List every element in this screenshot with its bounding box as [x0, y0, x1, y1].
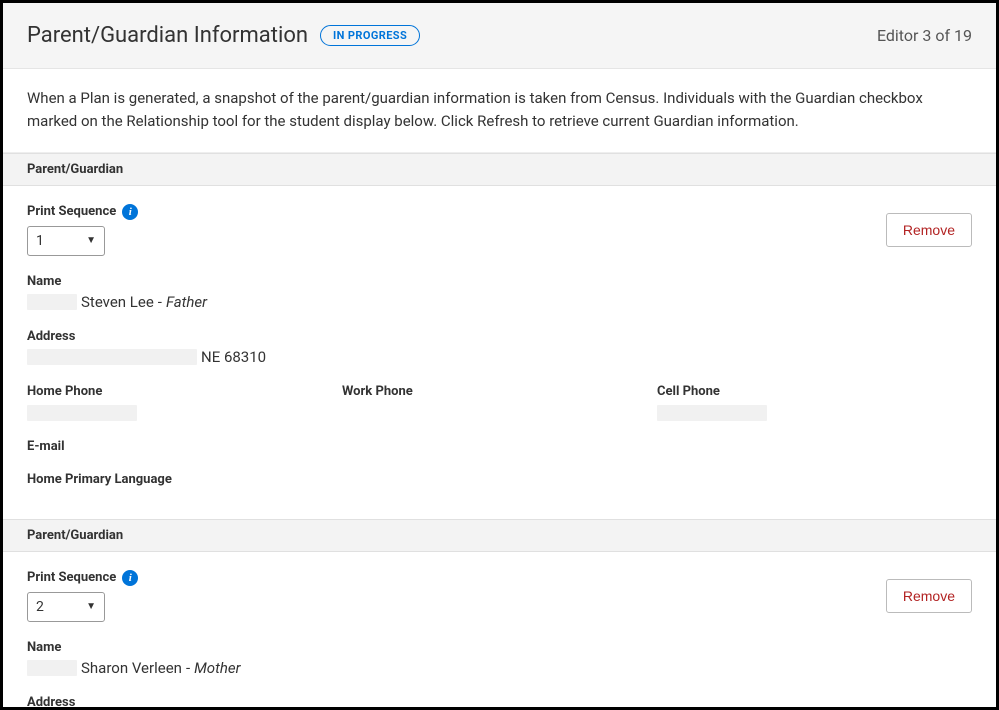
guardian-block: Print Sequence i 1 ▼ Remove Name Steven …	[3, 186, 996, 519]
intro-text: When a Plan is generated, a snapshot of …	[3, 69, 996, 153]
guardian-block: Print Sequence i 2 ▼ Remove Name Sharon …	[3, 552, 996, 710]
chevron-down-icon: ▼	[86, 601, 96, 612]
print-sequence-select[interactable]: 2 ▼	[27, 592, 105, 622]
print-sequence-label: Print Sequence i	[27, 204, 138, 220]
editor-count: Editor 3 of 19	[877, 26, 972, 45]
name-label: Name	[27, 640, 972, 655]
guardian-name-value: Steven Lee - Father	[27, 293, 972, 311]
print-sequence-select[interactable]: 1 ▼	[27, 226, 105, 256]
print-sequence-value: 1	[36, 233, 44, 249]
page-title: Parent/Guardian Information	[27, 23, 308, 48]
section-header-guardian: Parent/Guardian	[3, 153, 996, 186]
home-phone-value	[27, 405, 342, 421]
print-sequence-label: Print Sequence i	[27, 570, 138, 586]
remove-button[interactable]: Remove	[886, 579, 972, 613]
status-badge: IN PROGRESS	[320, 25, 420, 46]
info-icon[interactable]: i	[122, 204, 138, 220]
info-icon[interactable]: i	[122, 570, 138, 586]
name-label: Name	[27, 274, 972, 289]
work-phone-label: Work Phone	[342, 384, 657, 399]
address-label: Address	[27, 695, 972, 710]
guardian-address-value: NE 68310	[27, 348, 972, 366]
guardian-name-value: Sharon Verleen - Mother	[27, 659, 972, 677]
remove-button[interactable]: Remove	[886, 213, 972, 247]
chevron-down-icon: ▼	[86, 235, 96, 246]
page-header: Parent/Guardian Information IN PROGRESS …	[3, 3, 996, 69]
home-phone-label: Home Phone	[27, 384, 342, 399]
print-sequence-value: 2	[36, 599, 44, 615]
address-label: Address	[27, 329, 972, 344]
home-primary-language-label: Home Primary Language	[27, 472, 972, 487]
cell-phone-value	[657, 405, 972, 421]
email-label: E-mail	[27, 439, 972, 454]
cell-phone-label: Cell Phone	[657, 384, 972, 399]
section-header-guardian: Parent/Guardian	[3, 519, 996, 552]
